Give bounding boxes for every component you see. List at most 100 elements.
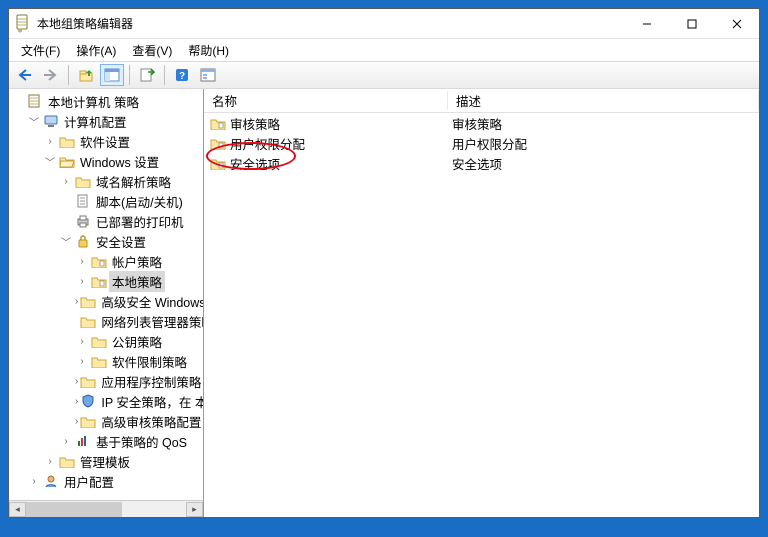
item-name: 用户权限分配 <box>230 134 305 153</box>
item-desc: 审核策略 <box>448 114 759 133</box>
folder-policy-icon <box>210 115 226 131</box>
show-hide-tree-button[interactable] <box>100 64 124 86</box>
up-button[interactable] <box>74 64 98 86</box>
expand-icon[interactable]: › <box>75 414 78 428</box>
col-name[interactable]: 名称 <box>204 91 448 110</box>
folder-icon <box>80 293 96 309</box>
toolbar-separator <box>164 65 165 85</box>
folder-policy-icon <box>210 135 226 151</box>
tree-advaudit[interactable]: ›高级审核策略配置 <box>75 411 203 431</box>
expand-icon[interactable]: › <box>59 174 73 188</box>
scroll-track[interactable] <box>26 502 186 517</box>
expand-icon[interactable]: › <box>75 274 89 288</box>
tree-printers[interactable]: › 已部署的打印机 <box>59 211 203 231</box>
printer-icon <box>75 213 91 229</box>
list-item[interactable]: 审核策略 审核策略 <box>204 113 759 133</box>
svg-text:?: ? <box>179 71 185 82</box>
export-button[interactable] <box>135 64 159 86</box>
expand-icon[interactable]: › <box>75 354 89 368</box>
menu-help[interactable]: 帮助(H) <box>180 40 237 61</box>
tree-ipsec[interactable]: ›IP 安全策略，在 本地计算机 <box>75 391 203 411</box>
tree-user-config[interactable]: ›用户配置 <box>27 471 203 491</box>
tree-hscrollbar[interactable]: ◂ ▸ <box>9 500 203 517</box>
minimize-button[interactable] <box>624 9 669 38</box>
help-button[interactable]: ? <box>170 64 194 86</box>
expand-icon[interactable]: › <box>27 474 41 488</box>
tree-adv-firewall[interactable]: ›高级安全 Windows 防火墙 <box>75 291 203 311</box>
expand-icon[interactable]: › <box>43 134 57 148</box>
expand-icon[interactable]: › <box>43 454 57 468</box>
folder-policy-icon <box>91 253 107 269</box>
tree-computer-config[interactable]: ﹀ 计算机配置 <box>27 111 203 131</box>
tree-appctrl[interactable]: ›应用程序控制策略 <box>75 371 203 391</box>
maximize-button[interactable] <box>669 9 714 38</box>
expand-icon[interactable]: › <box>59 434 73 448</box>
list-item[interactable]: 安全选项 安全选项 <box>204 153 759 173</box>
folder-icon <box>80 373 96 389</box>
folder-icon <box>59 133 75 149</box>
shield-icon <box>80 393 96 409</box>
column-headers[interactable]: 名称 描述 <box>204 89 759 113</box>
folder-icon <box>59 453 75 469</box>
collapse-icon[interactable]: ﹀ <box>43 154 57 168</box>
collapse-icon[interactable]: ﹀ <box>59 234 73 248</box>
list-item[interactable]: 用户权限分配 用户权限分配 <box>204 133 759 153</box>
back-button[interactable] <box>13 64 37 86</box>
col-desc[interactable]: 描述 <box>448 91 759 110</box>
title-bar: 本地组策略编辑器 <box>9 9 759 39</box>
expand-icon[interactable]: › <box>75 334 89 348</box>
item-desc: 用户权限分配 <box>448 134 759 153</box>
tree-account-policies[interactable]: ›帐户策略 <box>75 251 203 271</box>
item-desc: 安全选项 <box>448 154 759 173</box>
content-area: ▷ 本地计算机 策略 ﹀ 计算机配置 <box>9 89 759 517</box>
folder-icon <box>80 413 96 429</box>
toolbar-separator <box>68 65 69 85</box>
toolbar-separator <box>129 65 130 85</box>
scroll-left-button[interactable]: ◂ <box>9 502 26 517</box>
tree-netlist[interactable]: ›网络列表管理器策略 <box>75 311 203 331</box>
folder-policy-icon <box>210 155 226 171</box>
tree-security-settings[interactable]: ﹀ 安全设置 <box>59 231 203 251</box>
tree-pane[interactable]: ▷ 本地计算机 策略 ﹀ 计算机配置 <box>9 89 204 517</box>
forward-button[interactable] <box>39 64 63 86</box>
tree-software-settings[interactable]: › 软件设置 <box>43 131 203 151</box>
tree-qos[interactable]: ›基于策略的 QoS <box>59 431 203 451</box>
tree-software-restrict[interactable]: ›软件限制策略 <box>75 351 203 371</box>
app-window: 本地组策略编辑器 文件(F) 操作(A) 查看(V) 帮助(H) ? <box>8 8 760 518</box>
tree-pubkey[interactable]: ›公钥策略 <box>75 331 203 351</box>
filter-button[interactable] <box>196 64 220 86</box>
expand-icon[interactable]: › <box>75 374 78 388</box>
tree-root[interactable]: ▷ 本地计算机 策略 <box>11 91 203 111</box>
list-body[interactable]: 审核策略审核策略用户权限分配用户权限分配安全选项安全选项 <box>204 113 759 517</box>
menu-view[interactable]: 查看(V) <box>124 40 180 61</box>
policy-tree[interactable]: ▷ 本地计算机 策略 ﹀ 计算机配置 <box>9 89 203 491</box>
tree-admin-templates[interactable]: ›管理模板 <box>43 451 203 471</box>
tree-local-policies[interactable]: ›本地策略 <box>75 271 203 291</box>
list-pane: 名称 描述 审核策略审核策略用户权限分配用户权限分配安全选项安全选项 <box>204 89 759 517</box>
expand-icon[interactable]: › <box>75 294 78 308</box>
user-icon <box>43 473 59 489</box>
item-name: 安全选项 <box>230 154 280 173</box>
tree-dns-policy[interactable]: › 域名解析策略 <box>59 171 203 191</box>
folder-icon <box>80 313 96 329</box>
close-button[interactable] <box>714 9 759 38</box>
scroll-thumb[interactable] <box>26 502 122 517</box>
item-name: 审核策略 <box>230 114 280 133</box>
expand-icon[interactable]: › <box>75 254 89 268</box>
folder-icon <box>75 173 91 189</box>
menu-action[interactable]: 操作(A) <box>68 40 124 61</box>
collapse-icon[interactable]: ﹀ <box>27 114 41 128</box>
window-title: 本地组策略编辑器 <box>37 15 624 32</box>
script-icon <box>75 193 91 209</box>
menu-file[interactable]: 文件(F) <box>13 40 68 61</box>
toolbar: ? <box>9 61 759 89</box>
menu-bar: 文件(F) 操作(A) 查看(V) 帮助(H) <box>9 39 759 61</box>
folder-policy-icon <box>91 273 107 289</box>
expand-icon[interactable]: › <box>75 394 78 408</box>
tree-scripts[interactable]: › 脚本(启动/关机) <box>59 191 203 211</box>
computer-icon <box>43 113 59 129</box>
folder-icon <box>91 353 107 369</box>
scroll-right-button[interactable]: ▸ <box>186 502 203 517</box>
folder-open-icon <box>59 153 75 169</box>
tree-windows-settings[interactable]: ﹀ Windows 设置 <box>43 151 203 171</box>
